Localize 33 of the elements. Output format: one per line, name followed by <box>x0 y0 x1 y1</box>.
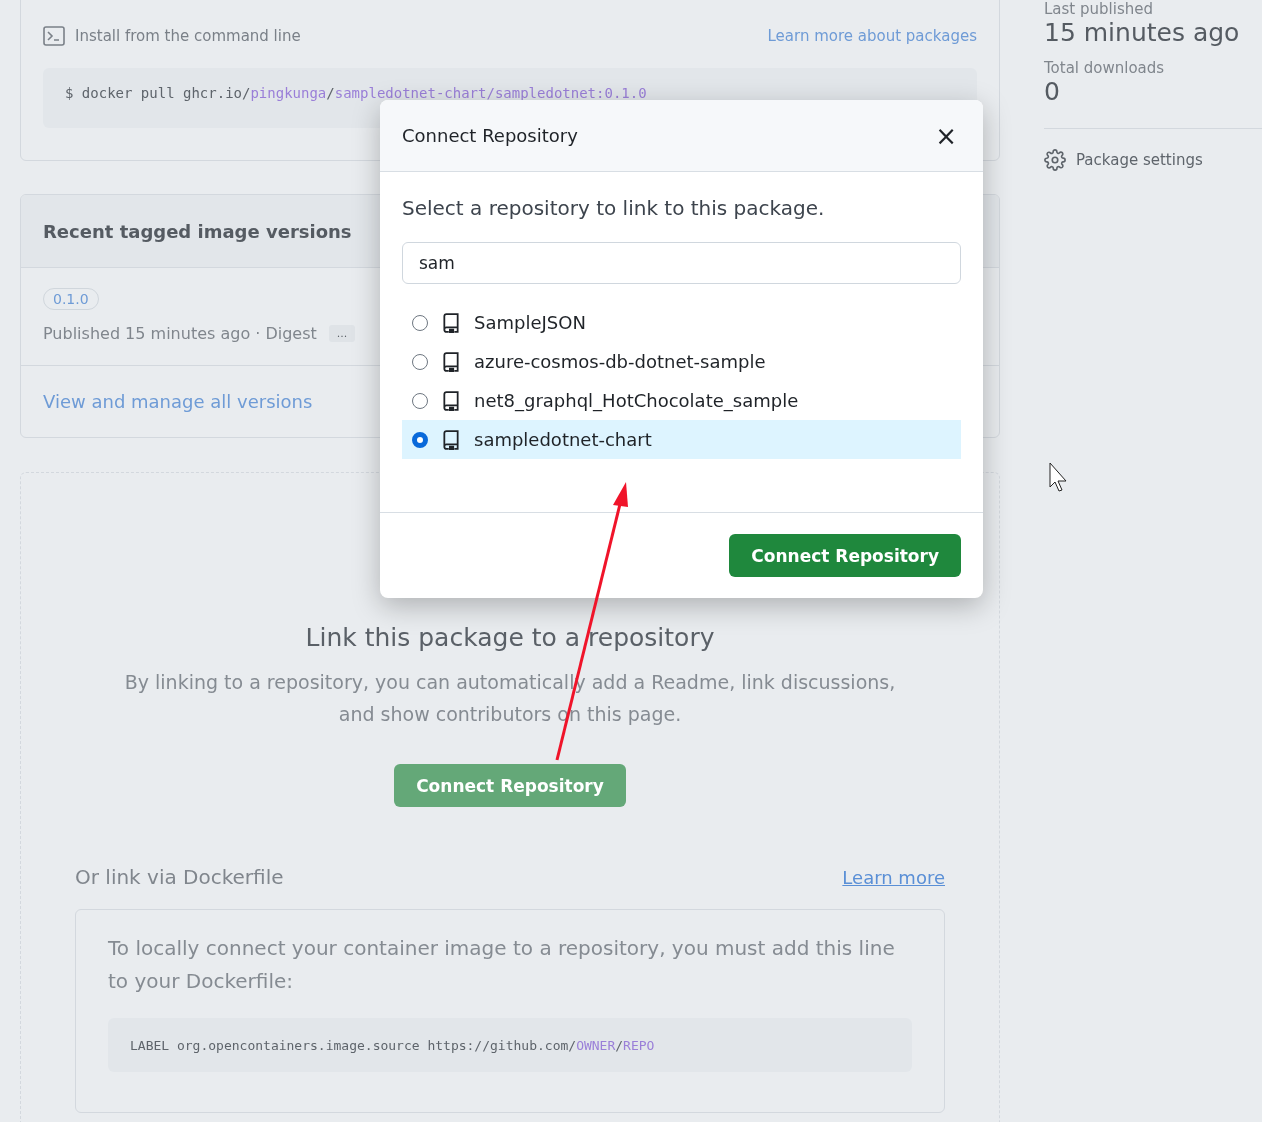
panel-title: Link this package to a repository <box>305 623 715 652</box>
repository-icon <box>442 390 460 411</box>
learn-more-link[interactable]: Learn more <box>842 866 945 888</box>
stat-value: 0 <box>1044 77 1061 106</box>
publish-info: Published 15 minutes ago · Digest <box>43 324 317 343</box>
package-settings-link[interactable]: Package settings <box>1044 149 1262 171</box>
stat-value: 15 minutes ago <box>1044 18 1241 47</box>
settings-icon <box>1044 149 1066 171</box>
radio-button[interactable] <box>412 392 428 409</box>
repository-option[interactable]: net8_graphql_HotChocolate_sample <box>402 381 961 420</box>
mouse-pointer-icon <box>1049 462 1067 492</box>
repository-option[interactable]: azure-cosmos-db-dotnet-sample <box>402 342 961 381</box>
connect-repository-button[interactable]: Connect Repository <box>394 764 626 807</box>
dialog-prompt: Select a repository to link to this package. <box>402 196 826 220</box>
more-button[interactable]: ... <box>328 325 356 342</box>
dialog-title: Connect Repository <box>402 125 578 146</box>
radio-button[interactable] <box>412 314 428 331</box>
terminal-icon <box>43 26 65 46</box>
radio-button[interactable] <box>412 353 428 370</box>
dockerfile-heading: Or link via Dockerfile <box>75 865 284 889</box>
stat-label: Total downloads <box>1044 59 1166 77</box>
search-field[interactable]: sam <box>402 242 961 284</box>
repository-icon <box>442 351 460 372</box>
repository-option[interactable]: sampledotnet-chart <box>402 420 961 459</box>
repository-icon <box>442 429 460 450</box>
code-block: LABEL org.opencontainers.image.source https://github.com/OWNER/REPO <box>108 1018 912 1072</box>
instructions-text: To locally connect your container image to a repository, you must add this line to your Dockerfile: <box>108 935 896 995</box>
stat-label: Last published <box>1044 0 1154 18</box>
repository-icon <box>442 312 460 333</box>
section-title: Install from the command line <box>75 27 301 45</box>
repository-option[interactable]: SampleJSON <box>402 303 961 342</box>
radio-button[interactable] <box>412 431 428 448</box>
connect-repository-button[interactable]: Connect Repository <box>729 534 961 577</box>
